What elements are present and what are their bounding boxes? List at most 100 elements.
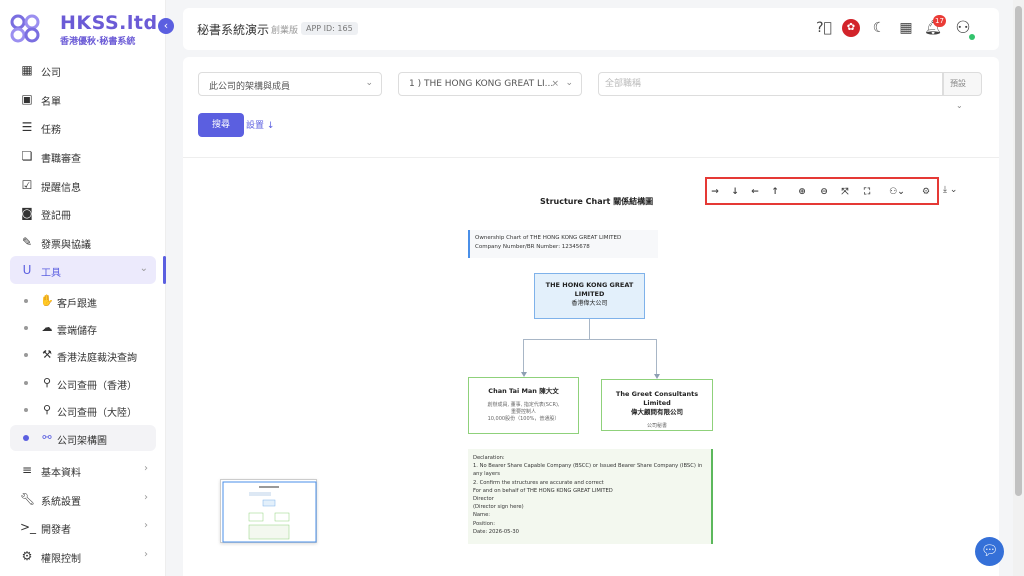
logo[interactable]: HKSS.ltd 香港優秋·秘書系統 [8, 10, 157, 48]
sidebar-item-register[interactable]: ◙ 登記冊 [10, 199, 156, 227]
sidebar-subitem-court-search[interactable]: ⚒ 香港法庭裁決查詢 [10, 342, 156, 368]
bullet-dot [24, 299, 28, 303]
app-id-badge: APP ID: 165 [301, 22, 358, 35]
sidebar-subitem-label: 雲端儲存 [57, 326, 97, 337]
settings-link-label: 設置 [246, 121, 265, 131]
sidebar-subitem-company-search-cn[interactable]: ⚲ 公司查冊（大陸） [10, 397, 156, 423]
company-number-line: Company Number/BR Number: 12345678 [475, 244, 590, 250]
node-person-shares: 10,000股份（100%，普通股） [487, 416, 560, 422]
fit-screen-icon[interactable]: ⤧ [838, 185, 852, 199]
node-company-name-zh: 偉大顧問有限公司 [631, 408, 683, 416]
sidebar-subitem-cloud-storage[interactable]: ☁ 雲端儲存 [10, 315, 156, 341]
chart-node-person[interactable]: Chan Tai Man 陳大文 創辦成員, 董事, 指定代表(SCR), 重要… [468, 377, 579, 434]
ownership-info-line: Ownership Chart of THE HONG KONG GREAT L… [475, 235, 622, 241]
sidebar-item-tools[interactable]: U 工具 ⌄ [10, 256, 156, 284]
zoom-out-icon[interactable]: ⊖ [817, 185, 831, 199]
group-users-icon[interactable]: ⚇⌄ [885, 185, 909, 199]
page-scrollbar[interactable] [1013, 0, 1024, 576]
sidebar-item-permissions[interactable]: ⚙ 權限控制 › [10, 542, 156, 570]
fullscreen-icon[interactable]: ⛶ [860, 185, 874, 199]
node-name-zh: 香港偉大公司 [571, 300, 608, 307]
database-icon: ≡ [21, 463, 33, 477]
role-filter-input[interactable]: 全部職稱 [598, 72, 943, 96]
bullet-dot [23, 435, 29, 441]
logo-subtitle: 香港優秋·秘書系統 [60, 37, 136, 47]
help-icon[interactable]: ?⃝ [814, 18, 834, 38]
sidebar-item-label: 權限控制 [41, 554, 81, 565]
sidebar-item-invoices[interactable]: ✎ 發票與協議 [10, 228, 156, 256]
sidebar-subitem-label: 公司查冊（香港） [57, 381, 137, 392]
sidebar-item-reminders[interactable]: ☑ 提醒信息 [10, 171, 156, 199]
sidebar-subitem-company-search-hk[interactable]: ⚲ 公司查冊（香港） [10, 370, 156, 396]
chart-node-company-secretary[interactable]: The Greet Consultants Limited 偉大顧問有限公司 公… [601, 379, 713, 431]
search-button[interactable]: 搜尋 [198, 113, 244, 137]
preset-select[interactable]: 預設 ⌄ [943, 72, 982, 110]
sidebar-item-review[interactable]: ❏ 書職審查 [10, 142, 156, 170]
gears-icon: ⚙ [21, 549, 33, 563]
sidebar-subitem-org-chart[interactable]: ⚯ 公司架構圖 [10, 425, 156, 451]
layout-left-icon[interactable]: ← [748, 185, 762, 199]
sidebar-item-label: 書職審查 [41, 154, 81, 165]
sidebar-subitem-label: 公司架構圖 [57, 436, 107, 447]
layout-up-icon[interactable]: ↑ [768, 185, 782, 199]
building-icon: ▦ [21, 63, 33, 77]
layout-down-icon[interactable]: ↓ [728, 185, 742, 199]
sidebar-item-label: 工具 [41, 268, 61, 279]
sidebar-collapse-button[interactable]: ‹ [158, 18, 174, 34]
declaration-line: 2. Confirm the structures are accurate a… [473, 479, 604, 486]
dark-mode-moon-icon[interactable]: ☾ [869, 18, 889, 38]
download-icon[interactable]: ⤓ ⌄ [943, 185, 957, 195]
chart-minimap[interactable] [220, 479, 317, 543]
sidebar-item-system-settings[interactable]: 🔧︎ 系統設置 › [10, 485, 156, 513]
chevron-right-icon: › [144, 492, 148, 503]
gear-icon[interactable]: ⚙ [919, 185, 933, 199]
top-header: 秘書系統演示 創業版 APP ID: 165 ?⃝ ✿ ☾ ▦ 🔔︎ 17 ⚇ [183, 8, 999, 50]
clear-icon[interactable]: × [551, 79, 559, 89]
apps-grid-icon[interactable]: ▦ [896, 18, 916, 38]
settings-link[interactable]: 設置 ↓ [246, 118, 274, 131]
chat-support-button[interactable]: 💬︎ [975, 537, 1004, 566]
main-panel: 此公司的架構與成員 ⌄ 1 ) THE HONG KONG GREAT LI..… [183, 57, 999, 576]
scope-select[interactable]: 此公司的架構與成員 ⌄ [198, 72, 382, 96]
chevron-right-icon: › [144, 549, 148, 560]
node-person-role: 創辦成員, 董事, 指定代表(SCR), [487, 402, 560, 408]
wrench-icon: 🔧︎ [20, 492, 36, 506]
declaration-line: Name: [473, 512, 491, 519]
sidebar-subitem-client-followup[interactable]: ✋ 客戶跟進 [10, 288, 156, 314]
layout-right-icon[interactable]: → [708, 185, 722, 199]
sidebar-item-label: 系統設置 [41, 497, 81, 508]
checklist-icon: ☰ [21, 120, 33, 134]
sidebar-item-developer[interactable]: >_ 開發者 › [10, 513, 156, 541]
sidebar-item-tasks[interactable]: ☰ 任務 [10, 113, 156, 141]
declaration-box: Declaration: 1. No Bearer Share Capable … [468, 449, 713, 544]
company-select-value: 1 ) THE HONG KONG GREAT LI... [409, 79, 554, 89]
scrollbar-thumb[interactable] [1015, 6, 1022, 496]
notification-badge: 17 [933, 15, 946, 27]
chat-bubble-icon: 💬︎ [980, 543, 999, 559]
sidebar-item-label: 提醒信息 [41, 183, 81, 194]
gavel-icon: ⚒ [42, 348, 52, 361]
sidebar-subitem-label: 香港法庭裁決查詢 [57, 353, 137, 364]
bullet-dot [24, 326, 28, 330]
bullet-dot [24, 381, 28, 385]
chart-node-root-company[interactable]: THE HONG KONG GREAT LIMITED 香港偉大公司 [534, 273, 645, 319]
hk-flag-icon[interactable]: ✿ [842, 19, 860, 37]
sidebar-item-basic-data[interactable]: ≡ 基本資料 › [10, 456, 156, 484]
declaration-line: Date: 2026-05-30 [473, 528, 519, 535]
sidebar-item-roster[interactable]: ▣ 名單 [10, 85, 156, 113]
sidebar-item-company[interactable]: ▦ 公司 [10, 56, 156, 84]
zoom-in-icon[interactable]: ⊕ [795, 185, 809, 199]
node-company-name-en: The Greet Consultants Limited [615, 390, 699, 407]
company-select[interactable]: 1 ) THE HONG KONG GREAT LI... × ⌄ [398, 72, 582, 96]
search-icon: ⚲ [42, 376, 52, 389]
sidebar-subitem-label: 公司查冊（大陸） [57, 408, 137, 419]
sidebar-item-label: 名單 [41, 97, 61, 108]
chevron-up-icon: ⌄ [139, 263, 148, 274]
chevron-down-icon: ⌄ [565, 78, 573, 88]
calendar-check-icon: ☑ [21, 178, 33, 192]
node-person-name: Chan Tai Man 陳大文 [488, 387, 559, 395]
chevron-down-icon: ⌄ [956, 101, 963, 110]
sidebar-subitem-label: 客戶跟進 [57, 299, 97, 310]
search-icon: ⚲ [42, 403, 52, 416]
register-icon: ◙ [21, 206, 33, 220]
